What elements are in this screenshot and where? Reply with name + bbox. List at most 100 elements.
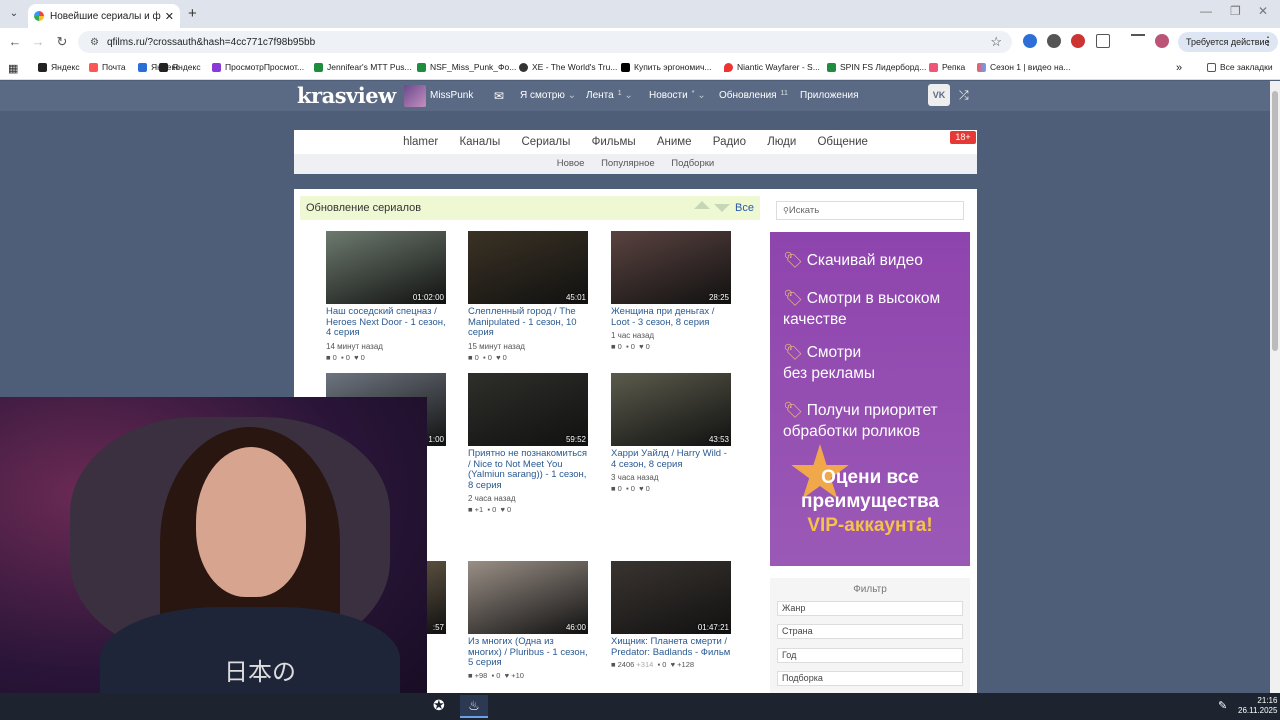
url-text: qfilms.ru/?crossauth&hash=4cc771c7f98b95…	[106, 36, 316, 48]
mail-icon[interactable]: ✉	[494, 89, 504, 103]
bookmark-item[interactable]: Яндекс	[38, 62, 80, 72]
vk-login-icon[interactable]: VK	[928, 84, 950, 106]
news-menu[interactable]: Новости * ⌄	[649, 90, 706, 101]
back-icon[interactable]: ←	[3, 34, 27, 49]
restore-icon[interactable]: ❐	[1230, 4, 1241, 18]
app-icon[interactable]: ✪	[433, 697, 445, 714]
nav-anime[interactable]: Аниме	[657, 136, 692, 148]
more-bookmarks-icon[interactable]: »	[1176, 62, 1182, 74]
extensions-puzzle-icon[interactable]	[1096, 34, 1110, 48]
close-tab-icon[interactable]: ✕	[165, 10, 174, 23]
all-bookmarks-folder[interactable]: Все закладки	[1207, 62, 1273, 72]
video-thumbnail[interactable]: 28:25	[611, 231, 731, 304]
video-card[interactable]: 45:01 Слепленный город / The Manipulated …	[468, 231, 590, 362]
video-card[interactable]: 01:47:21 Хищник: Планета смерти / Predato…	[611, 561, 733, 669]
address-bar[interactable]: ⚙ qfilms.ru/?crossauth&hash=4cc771c7f98b…	[78, 31, 1012, 53]
video-title-link[interactable]: Харри Уайлд / Harry Wild - 4 сезон, 8 се…	[611, 448, 733, 470]
search-input[interactable]: ⚲Искать	[776, 201, 964, 220]
window-close-icon[interactable]: ✕	[1258, 4, 1268, 18]
bookmark-item[interactable]: ПросмотрПросмот...	[212, 62, 304, 72]
genre-filter-input[interactable]: Жанр	[777, 601, 963, 616]
video-title-link[interactable]: Хищник: Планета смерти / Predator: Badla…	[611, 636, 733, 658]
video-card[interactable]: 46:00 Из многих (Одна из многих) / Plurib…	[468, 561, 590, 680]
bookmark-item[interactable]: XE - The World's Tru...	[519, 62, 617, 72]
shirt-print: 日本の	[224, 658, 296, 686]
extension-icon[interactable]	[1023, 34, 1037, 48]
bookmark-item[interactable]: Купить эргономич...	[621, 62, 711, 72]
section-all-link[interactable]: Все	[735, 202, 754, 214]
video-title-link[interactable]: Приятно не познакомиться / Nice to Not M…	[468, 448, 590, 491]
reading-list-icon[interactable]	[1131, 34, 1145, 48]
video-title-link[interactable]: Наш соседский спецназ / Heroes Next Door…	[326, 306, 448, 339]
feed-menu[interactable]: Лента 1 ⌄	[586, 90, 633, 101]
nav-series[interactable]: Сериалы	[521, 136, 570, 148]
browser-menu-icon[interactable]: ⋮	[1262, 34, 1274, 48]
comment-icon: ▪	[487, 505, 491, 514]
pen-icon[interactable]: ✎	[1218, 699, 1227, 712]
bookmark-star-icon[interactable]: ☆	[990, 34, 1002, 50]
nav-collections[interactable]: Подборки	[671, 158, 714, 169]
bookmark-label: Яндекс	[51, 62, 80, 72]
year-filter-input[interactable]: Год	[777, 648, 963, 663]
chevron-down-icon: ⌄	[697, 90, 706, 101]
apps-grid-icon[interactable]: ▦	[8, 62, 18, 75]
steam-icon[interactable]: ♨	[460, 695, 488, 718]
bookmark-item[interactable]: Репка	[929, 62, 965, 72]
video-card[interactable]: 43:53 Харри Уайлд / Harry Wild - 4 сезон,…	[611, 373, 733, 493]
promo-text: обработки роликов	[783, 423, 921, 440]
vip-promo-banner[interactable]: 🏷 Скачивай видео 🏷 Смотри в высоком качест…	[770, 232, 970, 566]
bookmark-item[interactable]: Сезон 1 | видео на...	[977, 62, 1070, 72]
apps-link[interactable]: Приложения	[800, 90, 859, 101]
bookmark-item[interactable]: NSF_Miss_Punk_Фо...	[417, 62, 516, 72]
site-info-icon[interactable]: ⚙	[90, 37, 99, 48]
arrow-down-icon[interactable]	[714, 204, 730, 212]
video-thumbnail[interactable]: 46:00	[468, 561, 588, 634]
site-logo[interactable]: krasview	[297, 83, 396, 108]
arrow-up-icon[interactable]	[694, 201, 710, 209]
new-tab-icon[interactable]: +	[188, 5, 197, 22]
video-title-link[interactable]: Женщина при деньгах / Loot - 3 сезон, 8 …	[611, 306, 733, 328]
video-card[interactable]: 01:02:00 Наш соседский спецназ / Heroes N…	[326, 231, 448, 362]
browser-tab[interactable]: Новейшие сериалы и фильмы ✕	[28, 4, 180, 28]
bookmark-item[interactable]: Яндекс	[159, 62, 201, 72]
extension-icon[interactable]	[1071, 34, 1085, 48]
bookmark-item[interactable]: Niantic Wayfarer - S...	[724, 62, 820, 72]
nav-hlamer[interactable]: hlamer	[403, 136, 438, 148]
nav-channels[interactable]: Каналы	[459, 136, 500, 148]
nav-radio[interactable]: Радио	[713, 136, 746, 148]
video-thumbnail[interactable]: 43:53	[611, 373, 731, 446]
nav-films[interactable]: Фильмы	[592, 136, 636, 148]
video-card[interactable]: 28:25 Женщина при деньгах / Loot - 3 сезо…	[611, 231, 733, 351]
nav-social[interactable]: Общение	[817, 136, 867, 148]
video-title-link[interactable]: Из многих (Одна из многих) / Pluribus - …	[468, 636, 590, 669]
clock[interactable]: 21:16 26.11.2025	[1238, 696, 1277, 716]
adult-content-badge[interactable]: 18+	[950, 131, 976, 144]
country-filter-input[interactable]: Страна	[777, 624, 963, 639]
nav-popular[interactable]: Популярное	[601, 158, 655, 169]
video-thumbnail[interactable]: 59:52	[468, 373, 588, 446]
user-avatar[interactable]	[404, 85, 426, 107]
minimize-icon[interactable]: —	[1200, 4, 1212, 18]
profile-avatar-icon[interactable]	[1155, 34, 1169, 48]
forward-icon[interactable]: →	[26, 34, 50, 49]
watching-menu[interactable]: Я смотрю ⌄	[520, 90, 576, 101]
scrollbar-thumb[interactable]	[1272, 91, 1278, 351]
video-thumbnail[interactable]: 45:01	[468, 231, 588, 304]
reload-icon[interactable]: ↻	[50, 34, 74, 50]
page-scrollbar[interactable]	[1270, 81, 1280, 693]
tab-search-icon[interactable]: ⌄	[6, 6, 22, 22]
video-card[interactable]: 59:52 Приятно не познакомиться / Nice to …	[468, 373, 590, 514]
updates-link[interactable]: Обновления 11	[719, 90, 788, 101]
video-thumbnail[interactable]: 01:47:21	[611, 561, 731, 634]
bookmark-item[interactable]: Jennifear's MTT Pus...	[314, 62, 412, 72]
extension-icon[interactable]	[1047, 34, 1061, 48]
bookmark-item[interactable]: Почта	[89, 62, 126, 72]
nav-people[interactable]: Люди	[767, 136, 796, 148]
video-title-link[interactable]: Слепленный город / The Manipulated - 1 с…	[468, 306, 590, 339]
random-shuffle-icon[interactable]: ⤮	[959, 88, 969, 103]
video-thumbnail[interactable]: 01:02:00	[326, 231, 446, 304]
bookmark-item[interactable]: SPIN FS Лидерборд...	[827, 62, 926, 72]
collection-filter-input[interactable]: Подборка	[777, 671, 963, 686]
user-name-link[interactable]: MissPunk	[430, 90, 473, 101]
nav-new[interactable]: Новое	[557, 158, 585, 169]
